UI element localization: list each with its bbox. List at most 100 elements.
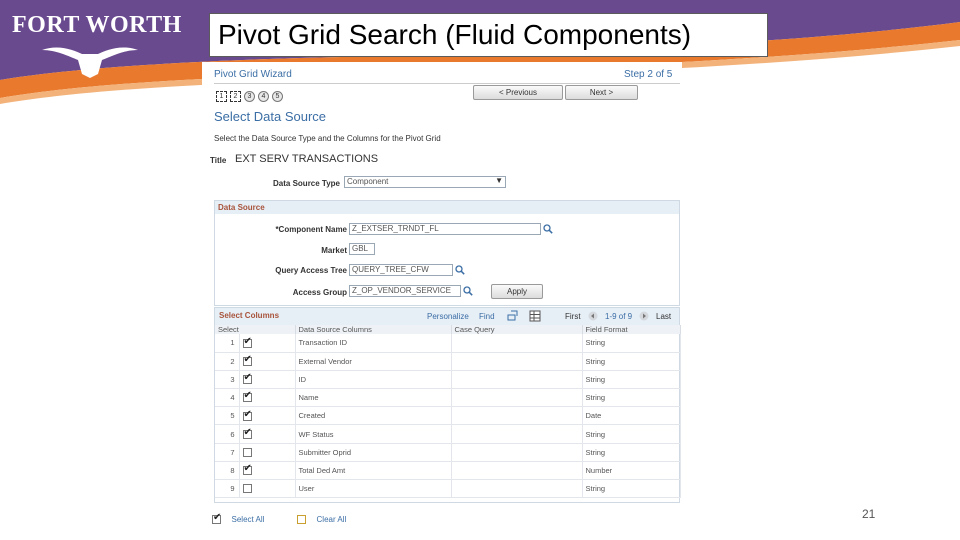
select-checkbox-cell[interactable] <box>239 388 296 408</box>
header-data-source-columns: Data Source Columns <box>295 325 452 334</box>
source-type-select[interactable]: Component ▼ <box>344 176 506 188</box>
select-checkbox[interactable] <box>242 372 252 385</box>
slide-title: Pivot Grid Search (Fluid Components) <box>218 19 692 50</box>
column-name: ID <box>295 370 452 390</box>
title-label: Title <box>210 156 227 165</box>
slide-title-box: Pivot Grid Search (Fluid Components) <box>209 13 768 57</box>
previous-button[interactable]: < Previous <box>473 85 563 100</box>
select-all-link[interactable]: Select All <box>232 515 265 524</box>
select-checkbox[interactable] <box>242 409 252 421</box>
step-4[interactable]: 4 <box>258 91 269 102</box>
access-group-label: Access Group <box>292 288 347 297</box>
column-name: Transaction ID <box>295 334 452 353</box>
select-checkbox-cell[interactable] <box>239 352 296 371</box>
row-number: 7 <box>215 443 240 462</box>
component-name-label: *Component Name <box>275 225 347 234</box>
slide: FORT WORTH Pivot Grid Search (Fluid Comp… <box>0 0 960 540</box>
select-checkbox-cell[interactable] <box>239 443 296 462</box>
wizard-step-text: Step 2 of 5 <box>624 69 673 80</box>
select-checkbox-cell[interactable] <box>239 334 296 353</box>
instructions: Select the Data Source Type and the Colu… <box>214 134 441 143</box>
step-2[interactable]: 2 <box>230 91 241 102</box>
first-label[interactable]: First <box>565 312 581 321</box>
field-format: String <box>582 424 681 444</box>
query-tree-input[interactable]: QUERY_TREE_CFW <box>349 264 453 276</box>
table-row: 4 Name String <box>215 388 681 408</box>
field-format: Number <box>582 461 681 481</box>
header-case-query: Case Query <box>451 325 583 334</box>
page-number: 21 <box>862 507 876 521</box>
field-format: String <box>582 479 681 499</box>
search-icon[interactable] <box>543 224 553 234</box>
view-all-icon[interactable] <box>507 310 518 321</box>
select-checkbox-cell[interactable] <box>239 370 296 390</box>
row-number: 6 <box>215 424 240 444</box>
source-type-value: Component <box>347 177 389 186</box>
section-title: Select Data Source <box>214 109 327 124</box>
personalize-link[interactable]: Personalize <box>427 312 469 321</box>
access-group-input[interactable]: Z_OP_VENDOR_SERVICE <box>349 285 461 297</box>
select-checkbox[interactable] <box>242 427 252 439</box>
select-checkbox-cell[interactable] <box>239 461 296 481</box>
field-format: String <box>582 352 681 371</box>
search-icon[interactable] <box>463 286 473 296</box>
previous-page-icon[interactable] <box>588 311 598 321</box>
select-checkbox-cell[interactable] <box>239 406 296 426</box>
title-value: EXT SERV TRANSACTIONS <box>235 153 379 165</box>
divider <box>214 83 680 84</box>
fort-worth-logo: FORT WORTH <box>10 8 181 78</box>
select-checkbox[interactable] <box>242 463 252 476</box>
next-page-icon[interactable] <box>639 311 649 321</box>
column-name: Submitter Oprid <box>295 443 452 462</box>
column-name: Total Ded Amt <box>295 461 452 481</box>
select-checkbox[interactable] <box>242 484 252 494</box>
row-number: 2 <box>215 352 240 371</box>
clear-all-control[interactable]: Clear All <box>297 514 347 525</box>
last-label[interactable]: Last <box>656 312 671 321</box>
step-1[interactable]: 1 <box>216 91 227 102</box>
select-checkbox[interactable] <box>242 447 252 457</box>
select-checkbox[interactable] <box>242 336 252 348</box>
select-checkbox[interactable] <box>242 354 252 367</box>
select-all-icon <box>212 512 221 525</box>
market-input[interactable]: GBL <box>349 243 375 255</box>
column-name: Name <box>295 388 452 408</box>
field-format: String <box>582 443 681 462</box>
field-format: String <box>582 334 681 353</box>
table-row: 3 ID String <box>215 370 681 390</box>
find-link[interactable]: Find <box>479 312 495 321</box>
peoplesoft-screenshot: Pivot Grid Wizard Step 2 of 5 12345 < Pr… <box>202 62 682 532</box>
select-checkbox-cell[interactable] <box>239 479 296 499</box>
table-row: 1 Transaction ID String <box>215 334 681 353</box>
select-all-control[interactable]: Select All <box>212 512 265 525</box>
case-query <box>451 352 583 371</box>
apply-button[interactable]: Apply <box>491 284 543 299</box>
table-row: 2 External Vendor String <box>215 352 681 371</box>
select-checkbox-cell[interactable] <box>239 424 296 444</box>
select-checkbox[interactable] <box>242 390 252 403</box>
longhorn-icon <box>42 47 138 78</box>
step-3[interactable]: 3 <box>244 91 255 102</box>
data-source-heading: Data Source <box>215 201 679 214</box>
search-icon[interactable] <box>455 265 465 275</box>
case-query <box>451 479 583 499</box>
row-number: 3 <box>215 370 240 390</box>
data-source-panel: Data Source *Component Name Z_EXTSER_TRN… <box>214 200 680 306</box>
column-name: WF Status <box>295 424 452 444</box>
clear-all-link[interactable]: Clear All <box>317 515 347 524</box>
field-format: String <box>582 370 681 390</box>
source-type-label: Data Source Type <box>273 179 340 188</box>
case-query <box>451 370 583 390</box>
case-query <box>451 461 583 481</box>
component-name-input[interactable]: Z_EXTSER_TRNDT_FL <box>349 223 541 235</box>
next-button[interactable]: Next > <box>565 85 638 100</box>
wizard-title: Pivot Grid Wizard <box>214 69 292 80</box>
market-label: Market <box>321 246 347 255</box>
spreadsheet-icon[interactable] <box>529 310 541 322</box>
row-number: 1 <box>215 334 240 353</box>
column-name: User <box>295 479 452 499</box>
case-query <box>451 406 583 426</box>
header-field-format: Field Format <box>582 325 681 334</box>
field-format: Date <box>582 406 681 426</box>
step-5[interactable]: 5 <box>272 91 283 102</box>
